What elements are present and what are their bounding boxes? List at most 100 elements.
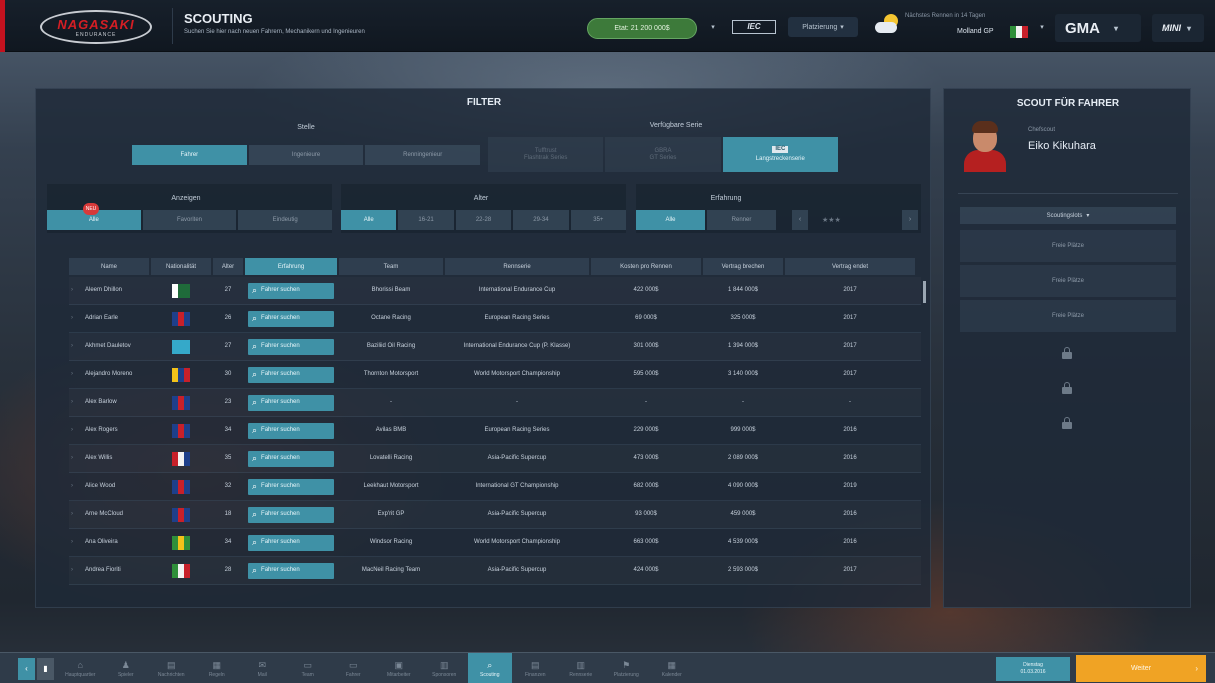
scouting-slots-label: Scoutingslots (1046, 212, 1083, 219)
expand-icon[interactable]: › (71, 371, 73, 378)
expand-icon[interactable]: › (71, 455, 73, 462)
team-cell: - (390, 399, 392, 405)
nav-icon: ▤ (166, 659, 176, 670)
scrollbar[interactable] (923, 281, 926, 303)
nav-item-1[interactable]: ⌂ Hauptquartier (58, 653, 103, 683)
nav-item-3[interactable]: ▤ Nachrichten (149, 653, 194, 683)
budget-dropdown-icon[interactable]: ▾ (705, 20, 721, 36)
search-driver-label: Fahrer suchen (261, 483, 300, 489)
table-row[interactable]: › Adrian Earle 26 ⌕ Fahrer suchen Octane Raci… (69, 305, 921, 333)
table-row[interactable]: › Alex Barlow 23 ⌕ Fahrer suchen - - - - - (69, 389, 921, 417)
nav-item-2[interactable]: ♟ Spieler (104, 653, 149, 683)
nav-label: Nachrichten (157, 671, 185, 678)
expand-icon[interactable]: › (71, 427, 73, 434)
driver-name: Alex Rogers (85, 427, 118, 433)
expand-icon[interactable]: › (71, 567, 73, 574)
search-driver-button[interactable]: ⌕ Fahrer suchen (248, 282, 334, 299)
team-cell: Lovatelli Racing (369, 455, 413, 461)
search-driver-button[interactable]: ⌕ Fahrer suchen (248, 422, 334, 439)
expand-icon[interactable]: › (71, 399, 73, 406)
search-driver-button[interactable]: ⌕ Fahrer suchen (248, 394, 334, 411)
column-header[interactable]: Rennserie (445, 258, 589, 275)
menu-icon[interactable]: ▮ (37, 658, 54, 680)
search-driver-button[interactable]: ⌕ Fahrer suchen (248, 534, 334, 551)
column-header[interactable]: Vertrag brechen (703, 258, 783, 275)
search-driver-button[interactable]: ⌕ Fahrer suchen (248, 338, 334, 355)
search-driver-button[interactable]: ⌕ Fahrer suchen (248, 506, 334, 523)
nav-item-5[interactable]: ✉ Mail (240, 653, 285, 683)
budget-badge[interactable]: Etat: 21 200 000$ (587, 18, 697, 39)
column-header[interactable]: Team (339, 258, 443, 275)
cost-cell: - (645, 399, 647, 405)
column-header[interactable]: Kosten pro Rennen (591, 258, 701, 275)
search-driver-button[interactable]: ⌕ Fahrer suchen (248, 562, 334, 579)
search-icon: ⌕ (252, 565, 258, 575)
nav-item-9[interactable]: ▥ Sponsoren (422, 653, 467, 683)
nav-item-11[interactable]: ▤ Finanzen (513, 653, 558, 683)
nav-item-12[interactable]: ▥ Rennserie (559, 653, 604, 683)
team-logo[interactable]: NAGASAKI ENDURANCE (40, 10, 152, 44)
continue-button[interactable]: Weiter › (1076, 655, 1206, 682)
date-button[interactable]: Dienstag 01.03.2016 (996, 657, 1070, 681)
table-row[interactable]: › Alice Wood 32 ⌕ Fahrer suchen Leekhaut Moto… (69, 473, 921, 501)
break-cell: 325 000$ (730, 315, 756, 321)
nav-item-14[interactable]: ▦ Kalender (650, 653, 695, 683)
chevron-left-icon[interactable]: ‹ (18, 658, 35, 680)
nav-item-7[interactable]: ▭ Fahrer (331, 653, 376, 683)
top-bar: NAGASAKI ENDURANCE SCOUTING Suchen Sie h… (0, 0, 1215, 52)
nationality-cell (151, 445, 211, 472)
search-driver-button[interactable]: ⌕ Fahrer suchen (248, 478, 334, 495)
column-header[interactable]: Alter (213, 258, 243, 275)
nationality-flag-icon (172, 535, 190, 550)
nationality-cell (151, 277, 211, 304)
column-header[interactable]: Erfahrung (245, 258, 337, 275)
table-row[interactable]: › Ana Oliveira 34 ⌕ Fahrer suchen Windsor Rac… (69, 529, 921, 557)
table-row[interactable]: › Andrea Fioriti 28 ⌕ Fahrer suchen MacNeil R… (69, 557, 921, 585)
team-cell: Baziliid Oil Racing (366, 343, 416, 349)
series-logo[interactable]: IEC (732, 20, 776, 34)
expand-icon[interactable]: › (71, 483, 73, 490)
search-driver-button[interactable]: ⌕ Fahrer suchen (248, 366, 334, 383)
table-row[interactable]: › Aleem Dhillon 27 ⌕ Fahrer suchen Bhorissi B… (69, 277, 921, 305)
expand-icon[interactable]: › (71, 315, 73, 322)
column-header[interactable]: Name (69, 258, 149, 275)
scout-slot[interactable]: Freie Plätze (960, 230, 1176, 262)
table-row[interactable]: › Alex Willis 35 ⌕ Fahrer suchen Lovatelli Ra… (69, 445, 921, 473)
table-row[interactable]: › Alejandro Moreno 30 ⌕ Fahrer suchen Thornto… (69, 361, 921, 389)
nav-item-10[interactable]: ⌕ Scouting (467, 653, 512, 683)
nav-item-13[interactable]: ⚑ Platzierung (604, 653, 649, 683)
break-cell: 4 090 000$ (727, 483, 759, 489)
scout-slot[interactable]: Freie Plätze (960, 265, 1176, 297)
standings-button[interactable]: Platzierung ▾ (788, 17, 858, 37)
expand-icon[interactable]: › (71, 539, 73, 546)
nationality-flag-icon (172, 339, 190, 354)
nav-icon: ▤ (530, 659, 540, 670)
brand-menu[interactable]: MINI ▾ (1152, 14, 1204, 42)
team-menu[interactable]: GMA ▾ (1055, 14, 1141, 42)
table-row[interactable]: › Alex Rogers 34 ⌕ Fahrer suchen Avilas BMB Eu… (69, 417, 921, 445)
expand-icon[interactable]: › (71, 511, 73, 518)
nav-item-8[interactable]: ▣ Mitarbeiter (377, 653, 422, 683)
column-header[interactable]: Nationalität (151, 258, 211, 275)
brand-short-label: MINI (1162, 23, 1181, 33)
table-row[interactable]: › Akhmet Dauletov 27 ⌕ Fahrer suchen Baziliid… (69, 333, 921, 361)
table-row[interactable]: › Arne McCloud 18 ⌕ Fahrer suchen Exp'rit GP A… (69, 501, 921, 529)
scout-slot[interactable]: Freie Plätze (960, 300, 1176, 332)
search-driver-button[interactable]: ⌕ Fahrer suchen (248, 450, 334, 467)
column-header[interactable]: Vertrag endet (785, 258, 915, 275)
expand-icon[interactable]: › (71, 287, 73, 294)
nav-icon: ▭ (348, 659, 358, 670)
nav-icon: ⌕ (487, 659, 493, 670)
nav-item-6[interactable]: ▭ Team (286, 653, 331, 683)
accent-strip (0, 0, 5, 52)
experience-cell: ⌕ Fahrer suchen (245, 501, 337, 528)
nav-item-4[interactable]: ▦ Regeln (195, 653, 240, 683)
expand-icon[interactable]: › (71, 343, 73, 350)
age-cell: 27 (224, 287, 232, 293)
next-race-dropdown-icon[interactable]: ▾ (1034, 20, 1050, 36)
search-driver-label: Fahrer suchen (261, 399, 300, 405)
page-subtitle: Suchen Sie hier nach neuen Fahrern, Mech… (184, 29, 365, 35)
weather-icon (875, 14, 901, 34)
scouting-slots-dropdown[interactable]: Scoutingslots ▾ (960, 207, 1176, 224)
search-driver-button[interactable]: ⌕ Fahrer suchen (248, 310, 334, 327)
